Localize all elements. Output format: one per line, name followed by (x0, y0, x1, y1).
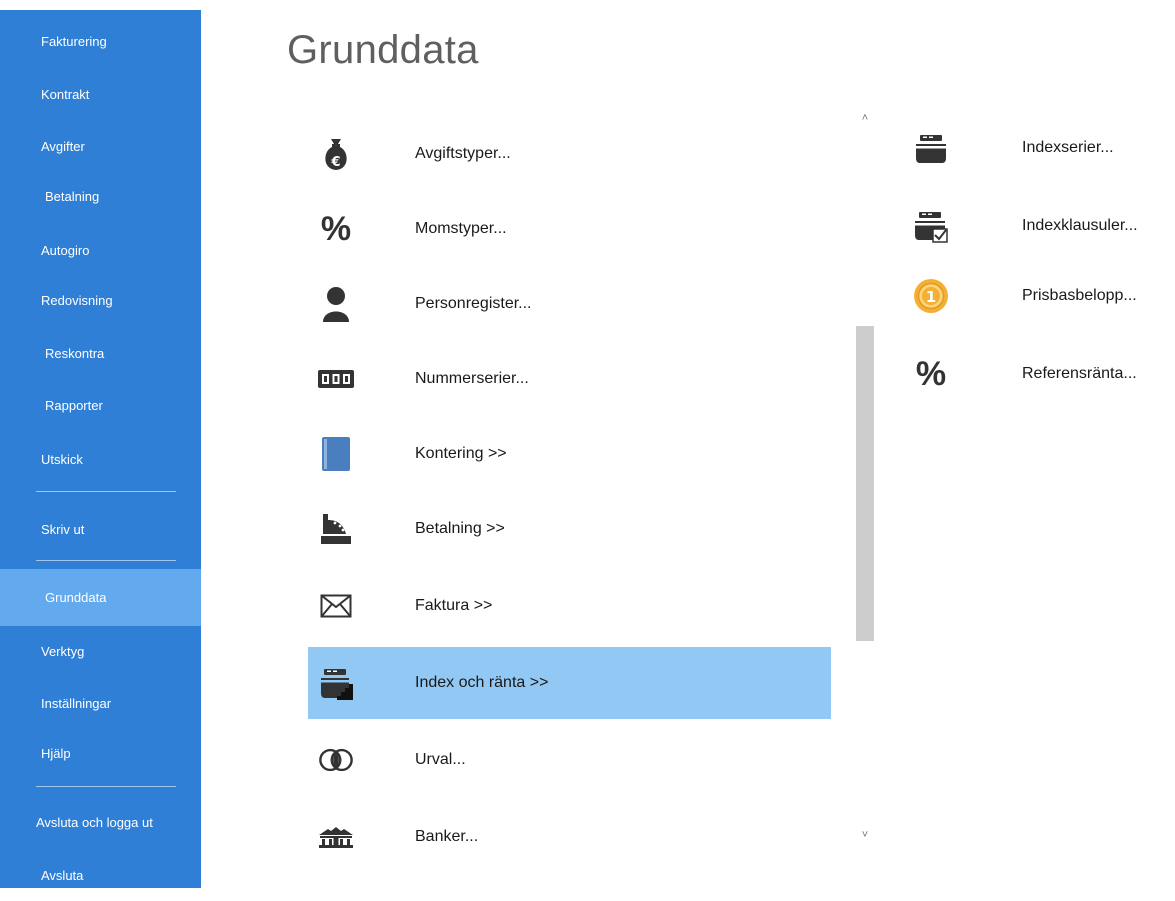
list-item-betalning[interactable]: Betalning >> (308, 493, 831, 565)
percent-icon: % (915, 355, 947, 393)
sidebar-divider (36, 786, 176, 787)
right-item-indexserier[interactable]: Indexserier... (905, 118, 1175, 178)
right-item-label: Prisbasbelopp... (1022, 287, 1137, 304)
list-item-label: Urval... (415, 751, 466, 768)
list-item-momstyper[interactable]: % Momstyper... (308, 193, 831, 265)
sidebar-item-hjalp[interactable]: Hjälp (0, 729, 201, 779)
envelope-icon (318, 588, 354, 624)
list-item-label: Nummerserier... (415, 370, 529, 387)
vertical-scrollbar[interactable]: ˄ ˅ (854, 108, 876, 845)
right-item-referensranta[interactable]: % Referensränta... (905, 344, 1175, 404)
sidebar-item-grunddata[interactable]: Grunddata (0, 569, 201, 626)
index-series-icon (913, 130, 949, 166)
scroll-up-button[interactable]: ˄ (854, 108, 876, 128)
right-item-label: Indexklausuler... (1022, 217, 1138, 234)
svg-text:€: € (330, 155, 340, 170)
right-item-label: Referensränta... (1022, 365, 1137, 382)
scroll-down-button[interactable]: ˅ (854, 825, 876, 845)
list-item-faktura[interactable]: Faktura >> (308, 570, 831, 642)
sidebar-item-kontrakt[interactable]: Kontrakt (0, 70, 201, 120)
index-stairs-icon (318, 665, 354, 701)
coin-icon: 1 (913, 278, 949, 314)
svg-text:1: 1 (926, 288, 936, 306)
list-item-urval[interactable]: Urval... (308, 724, 831, 796)
page-title: Grunddata (287, 28, 479, 72)
money-bag-euro-icon: € (318, 136, 354, 172)
right-item-label: Indexserier... (1022, 139, 1114, 156)
sidebar-item-rapporter[interactable]: Rapporter (0, 381, 201, 431)
bank-icon (318, 819, 354, 855)
sidebar: Fakturering Kontrakt Avgifter Betalning … (0, 10, 201, 888)
list-item-banker[interactable]: Banker... (308, 801, 831, 873)
index-clause-icon (913, 208, 949, 244)
sidebar-item-verktyg[interactable]: Verktyg (0, 627, 201, 677)
list-item-label: Avgiftstyper... (415, 145, 511, 162)
sidebar-item-fakturering[interactable]: Fakturering (0, 17, 201, 67)
list-item-label: Momstyper... (415, 220, 507, 237)
right-item-prisbasbelopp[interactable]: 1 Prisbasbelopp... (905, 266, 1175, 326)
list-item-nummerserier[interactable]: Nummerserier... (308, 343, 831, 415)
list-item-index-och-ranta[interactable]: Index och ränta >> (308, 647, 831, 719)
list-item-label: Faktura >> (415, 597, 493, 614)
right-item-indexklausuler[interactable]: Indexklausuler... (905, 196, 1175, 256)
percent-icon: % (320, 210, 352, 248)
list-item-kontering[interactable]: Kontering >> (308, 418, 831, 490)
list-item-label: Kontering >> (415, 445, 507, 462)
sidebar-item-reskontra[interactable]: Reskontra (0, 329, 201, 379)
sidebar-item-avgifter[interactable]: Avgifter (0, 122, 201, 172)
number-series-icon (318, 361, 354, 397)
sidebar-item-avsluta[interactable]: Avsluta (0, 851, 201, 901)
sidebar-item-utskick[interactable]: Utskick (0, 435, 201, 485)
sidebar-item-autogiro[interactable]: Autogiro (0, 226, 201, 276)
list-item-label: Banker... (415, 828, 479, 845)
cash-register-icon (318, 511, 354, 547)
list-item-label: Personregister... (415, 295, 532, 312)
list-item-label: Betalning >> (415, 520, 505, 537)
sidebar-item-redovisning[interactable]: Redovisning (0, 276, 201, 326)
scroll-thumb[interactable] (856, 326, 874, 641)
sidebar-item-avsluta-och-logga-ut[interactable]: Avsluta och logga ut (0, 798, 201, 848)
sidebar-divider (36, 491, 176, 492)
person-icon (318, 286, 354, 322)
sidebar-item-betalning[interactable]: Betalning (0, 172, 201, 222)
ledger-book-icon (318, 436, 354, 472)
sidebar-item-skriv-ut[interactable]: Skriv ut (0, 505, 201, 555)
list-item-personregister[interactable]: Personregister... (308, 268, 831, 340)
sidebar-item-installningar[interactable]: Inställningar (0, 679, 201, 729)
sidebar-divider (36, 560, 176, 561)
list-item-avgiftstyper[interactable]: € Avgiftstyper... (308, 118, 831, 190)
list-item-label: Index och ränta >> (415, 674, 549, 691)
intersect-circles-icon (318, 742, 354, 778)
